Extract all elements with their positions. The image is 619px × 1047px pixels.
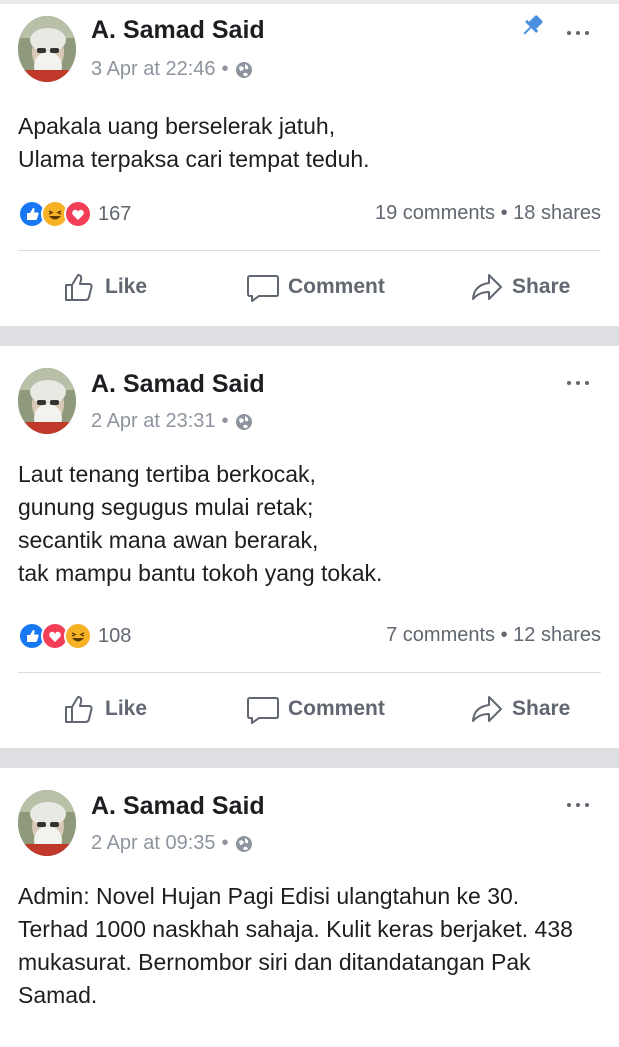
divider xyxy=(18,250,601,251)
author-name[interactable]: A. Samad Said xyxy=(91,16,265,45)
post-separator xyxy=(0,326,619,346)
comments-shares-count[interactable]: 7 comments • 12 shares xyxy=(386,624,601,647)
comment-button[interactable]: Comment xyxy=(246,270,385,304)
post-line: Apakala uang berselerak jatuh, xyxy=(18,113,336,139)
post-text: Admin: Novel Hujan Pagi Edisi ulangtahun… xyxy=(18,880,608,1012)
post-time[interactable]: 3 Apr at 22:46 xyxy=(91,58,216,81)
haha-reaction-icon xyxy=(64,622,92,650)
share-arrow-icon xyxy=(472,696,502,722)
author-name[interactable]: A. Samad Said xyxy=(91,370,265,399)
reaction-count: 108 xyxy=(98,624,132,647)
globe-icon xyxy=(235,61,252,78)
avatar[interactable] xyxy=(18,368,76,434)
meta-separator: • xyxy=(221,58,229,80)
comments-shares-count[interactable]: 19 comments • 18 shares xyxy=(375,202,601,225)
post-line: Ulama terpaksa cari tempat teduh. xyxy=(18,146,370,172)
post-line: secantik mana awan berarak, xyxy=(18,527,319,553)
meta-separator: • xyxy=(221,410,229,432)
like-label: Like xyxy=(105,697,148,720)
post-separator xyxy=(0,748,619,768)
thumbs-up-icon xyxy=(65,696,93,723)
post-line: tak mampu bantu tokoh yang tokak. xyxy=(18,560,383,586)
post-text: Laut tenang tertiba berkocak, gunung seg… xyxy=(18,458,608,590)
post-time[interactable]: 2 Apr at 09:35 xyxy=(91,832,216,855)
comment-label: Comment xyxy=(288,275,385,298)
action-bar: Like Comment Share xyxy=(0,270,619,310)
reactions-summary[interactable]: 108 xyxy=(18,622,131,650)
reaction-count: 167 xyxy=(98,202,132,225)
like-button[interactable]: Like xyxy=(63,270,147,304)
avatar[interactable] xyxy=(18,16,76,82)
love-reaction-icon xyxy=(64,200,92,228)
speech-bubble-icon xyxy=(247,275,279,302)
post-text: Apakala uang berselerak jatuh, Ulama ter… xyxy=(18,110,608,176)
more-options-icon[interactable] xyxy=(567,376,597,390)
post-meta: 2 Apr at 23:31 • xyxy=(91,410,253,433)
like-button[interactable]: Like xyxy=(63,692,147,726)
post-line: Terhad 1000 naskhah sahaja. Kulit keras … xyxy=(18,916,573,942)
globe-icon xyxy=(235,413,252,430)
avatar[interactable] xyxy=(18,790,76,856)
post-line: Laut tenang tertiba berkocak, xyxy=(18,461,316,487)
comment-button[interactable]: Comment xyxy=(246,692,385,726)
like-label: Like xyxy=(105,275,148,298)
meta-separator: • xyxy=(221,832,229,854)
speech-bubble-icon xyxy=(247,697,279,724)
reactions-summary[interactable]: 167 xyxy=(18,200,131,228)
post-3: A. Samad Said 2 Apr at 09:35 • Admin: No… xyxy=(0,768,619,1047)
share-label: Share xyxy=(512,275,571,298)
author-name[interactable]: A. Samad Said xyxy=(91,792,265,821)
thumbs-up-icon xyxy=(65,274,93,301)
post-2: A. Samad Said 2 Apr at 23:31 • Laut tena… xyxy=(0,346,619,748)
action-bar: Like Comment Share xyxy=(0,692,619,732)
share-button[interactable]: Share xyxy=(470,270,570,304)
post-meta: 3 Apr at 22:46 • xyxy=(91,58,253,81)
share-label: Share xyxy=(512,697,571,720)
post-line: Samad. xyxy=(18,982,98,1008)
comment-label: Comment xyxy=(288,697,385,720)
post-time[interactable]: 2 Apr at 23:31 xyxy=(91,410,216,433)
more-options-icon[interactable] xyxy=(567,798,597,812)
divider xyxy=(18,672,601,673)
share-button[interactable]: Share xyxy=(470,692,570,726)
pin-icon xyxy=(523,15,543,35)
post-line: mukasurat. Bernombor siri dan ditandatan… xyxy=(18,949,531,975)
share-arrow-icon xyxy=(472,274,502,300)
post-1: A. Samad Said 3 Apr at 22:46 • Apakala u… xyxy=(0,4,619,326)
post-line: gunung segugus mulai retak; xyxy=(18,494,314,520)
more-options-icon[interactable] xyxy=(567,26,597,40)
post-line: Admin: Novel Hujan Pagi Edisi ulangtahun… xyxy=(18,883,520,909)
globe-icon xyxy=(235,835,252,852)
post-meta: 2 Apr at 09:35 • xyxy=(91,832,253,855)
